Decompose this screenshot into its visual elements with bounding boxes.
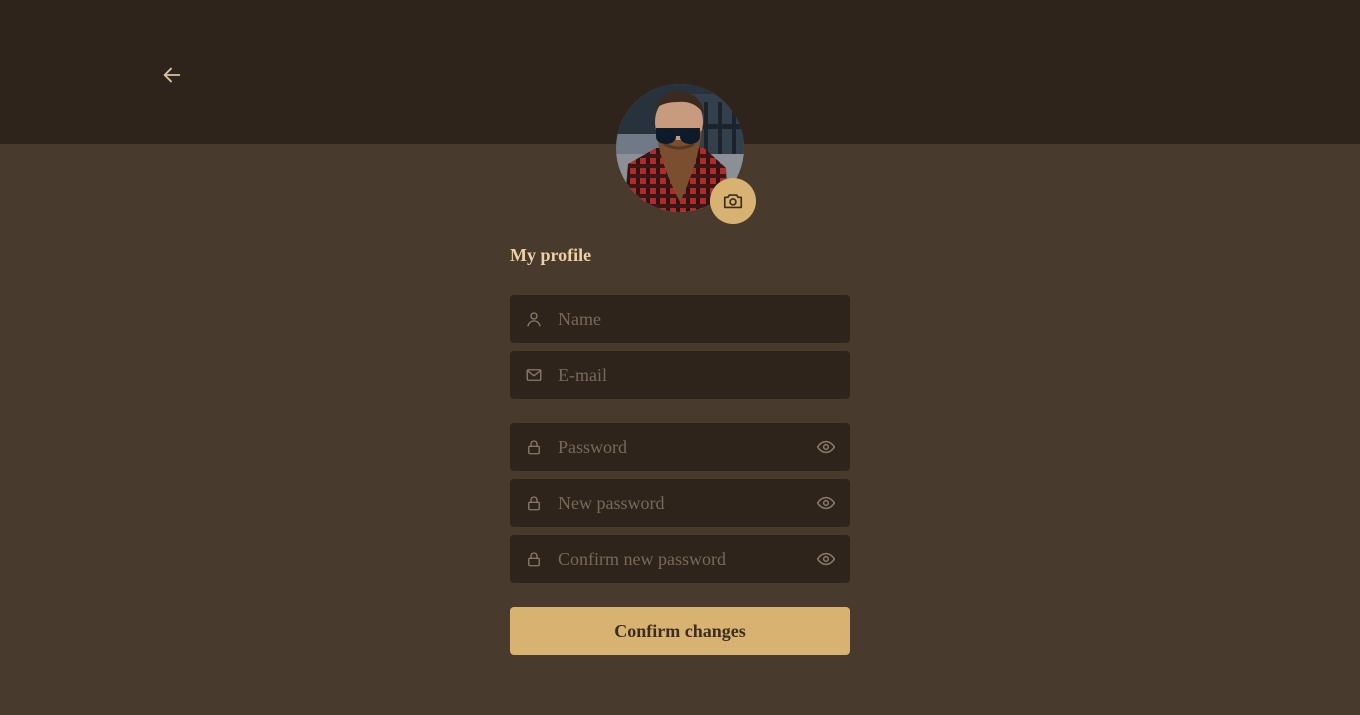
name-input[interactable] — [558, 295, 808, 343]
password-field — [510, 423, 850, 471]
change-photo-button[interactable] — [710, 178, 756, 224]
eye-icon[interactable] — [816, 437, 836, 457]
lock-icon — [524, 437, 544, 457]
back-button[interactable] — [160, 63, 184, 87]
password-input[interactable] — [558, 423, 808, 471]
new-password-input[interactable] — [558, 479, 808, 527]
arrow-left-icon — [163, 67, 181, 83]
confirm-changes-button[interactable]: Confirm changes — [510, 607, 850, 655]
mail-icon — [524, 365, 544, 385]
lock-icon — [524, 493, 544, 513]
lock-icon — [524, 549, 544, 569]
page-title: My profile — [510, 245, 592, 265]
confirm-password-field — [510, 535, 850, 583]
email-input[interactable] — [558, 351, 808, 399]
confirm-password-input[interactable] — [558, 535, 808, 583]
avatar-container — [616, 84, 756, 224]
camera-icon — [723, 194, 743, 209]
email-field — [510, 351, 850, 399]
new-password-field — [510, 479, 850, 527]
name-field — [510, 295, 850, 343]
user-icon — [524, 309, 544, 329]
eye-icon[interactable] — [816, 493, 836, 513]
eye-icon[interactable] — [816, 549, 836, 569]
